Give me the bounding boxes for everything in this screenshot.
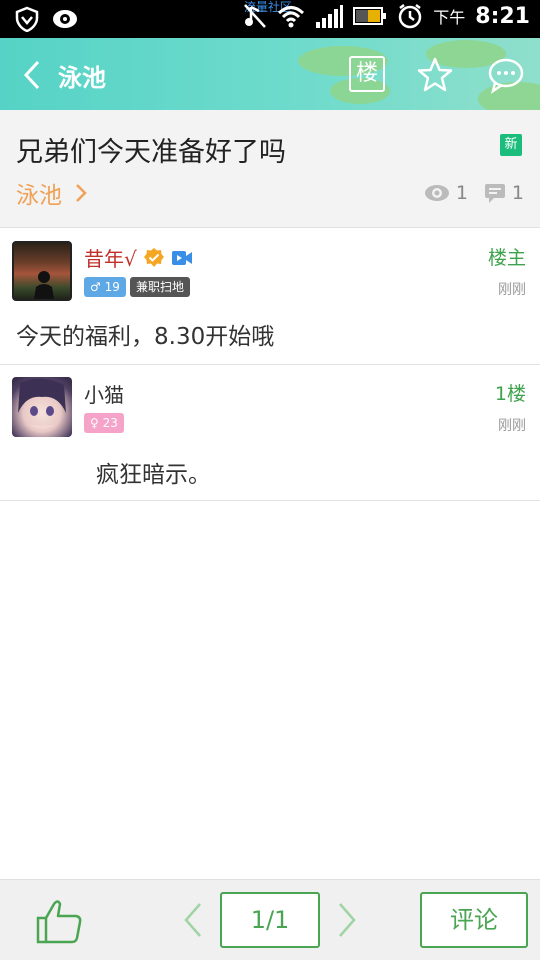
username[interactable]: 小猫 <box>84 379 124 408</box>
floor-icon: 楼 <box>349 56 385 92</box>
floor-label: 楼主 <box>487 247 526 269</box>
verified-badge-icon <box>143 247 164 267</box>
page-title: 泳池 <box>58 64 106 92</box>
avatar[interactable] <box>12 377 72 437</box>
battery-icon <box>353 7 387 25</box>
silhouette-image <box>34 271 54 299</box>
page-indicator[interactable]: 1/1 <box>220 892 320 948</box>
comment-button[interactable]: 评论 <box>420 892 528 948</box>
forum-link-label: 泳池 <box>16 183 62 209</box>
new-badge: 新 <box>500 134 522 156</box>
mute-icon <box>244 4 267 28</box>
alarm-icon <box>399 4 422 29</box>
post-content: 今天的福利，8.30开始哦 <box>16 324 275 350</box>
gender-level-tag: ♀ 23 <box>84 413 124 433</box>
clock-time: 8:21 <box>475 3 530 29</box>
thread-title: 兄弟们今天准备好了吗 <box>16 137 286 168</box>
bottom-toolbar: 1/1 评论 <box>0 879 540 960</box>
forum-link[interactable]: 泳池 <box>16 176 88 210</box>
role-tag: 兼职扫地 <box>130 277 191 297</box>
thumbs-up-icon[interactable] <box>34 896 84 946</box>
thread-header: 兄弟们今天准备好了吗 新 泳池 1 1 <box>0 110 540 228</box>
thread-stats: 1 1 <box>424 182 524 204</box>
time-ampm: 下午 <box>433 8 466 27</box>
status-right-icons: 下午 8:21 <box>243 3 530 29</box>
wifi-icon <box>278 6 305 28</box>
anime-girl-image <box>18 378 66 429</box>
avatar[interactable] <box>12 241 72 301</box>
prev-page-icon[interactable] <box>180 900 206 940</box>
shield-icon <box>15 6 39 32</box>
app-header: 泳池 楼 <box>0 38 540 110</box>
comments-icon <box>484 184 505 203</box>
post-time: 刚刚 <box>498 418 526 434</box>
chevron-right-icon <box>76 184 87 202</box>
status-left-icons <box>14 6 78 32</box>
next-page-icon[interactable] <box>334 900 360 940</box>
post-item: 小猫 ♀ 23 1楼 刚刚 疯狂暗示。 <box>0 365 540 501</box>
username-label: 昔年√ <box>84 247 137 271</box>
eye-icon <box>53 10 77 28</box>
views-count: 1 <box>455 182 468 204</box>
star-icon[interactable] <box>416 56 454 94</box>
status-bar: 流量社区 下午 8:21 <box>0 0 540 38</box>
post-item: 昔年√ ♂ 19 兼职扫地 楼主 刚刚 今天的福利，8.30开始哦 <box>0 229 540 365</box>
video-icon <box>171 250 192 265</box>
back-arrow-icon[interactable] <box>18 58 48 92</box>
comments-count: 1 <box>511 182 524 204</box>
chat-bubble-icon[interactable] <box>487 56 525 94</box>
post-content: 疯狂暗示。 <box>96 462 211 488</box>
views-eye-icon <box>424 185 449 201</box>
gender-level-tag: ♂ 19 <box>84 277 126 297</box>
floor-jump-button[interactable]: 楼 <box>349 56 387 94</box>
floor-label: 1楼 <box>494 383 526 405</box>
username[interactable]: 昔年√ <box>84 243 193 272</box>
signal-icon <box>316 5 344 28</box>
post-time: 刚刚 <box>498 282 526 298</box>
